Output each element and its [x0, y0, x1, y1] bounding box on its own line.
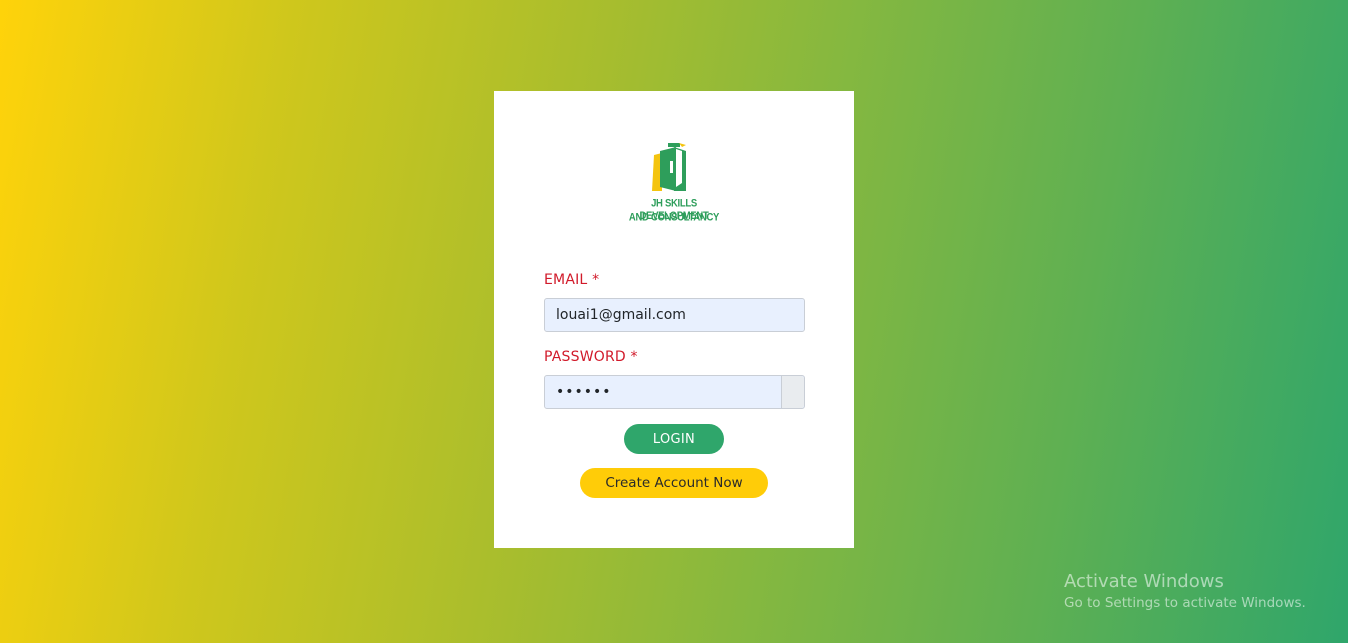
windows-activation-watermark: Activate Windows Go to Settings to activ… — [1064, 571, 1306, 611]
email-input-value: louai1@gmail.com — [556, 307, 686, 323]
email-label: EMAIL * — [544, 272, 600, 288]
create-account-button[interactable]: Create Account Now — [580, 468, 768, 498]
password-input[interactable]: •••••• — [544, 375, 805, 409]
password-toggle-button[interactable] — [781, 376, 804, 408]
watermark-title: Activate Windows — [1064, 571, 1224, 592]
jh-building-logo-icon — [652, 143, 686, 191]
logo-text-line2: AND CONSULTANCY — [628, 211, 720, 224]
login-card: JH SKILLS DEVELOPMENT AND CONSULTANCY EM… — [494, 91, 854, 548]
company-logo: JH SKILLS DEVELOPMENT AND CONSULTANCY — [616, 143, 732, 227]
watermark-subtitle: Go to Settings to activate Windows. — [1064, 595, 1306, 611]
password-label: PASSWORD * — [544, 349, 638, 365]
login-button[interactable]: LOGIN — [624, 424, 724, 454]
password-input-value: •••••• — [556, 384, 612, 400]
email-input[interactable]: louai1@gmail.com — [544, 298, 805, 332]
